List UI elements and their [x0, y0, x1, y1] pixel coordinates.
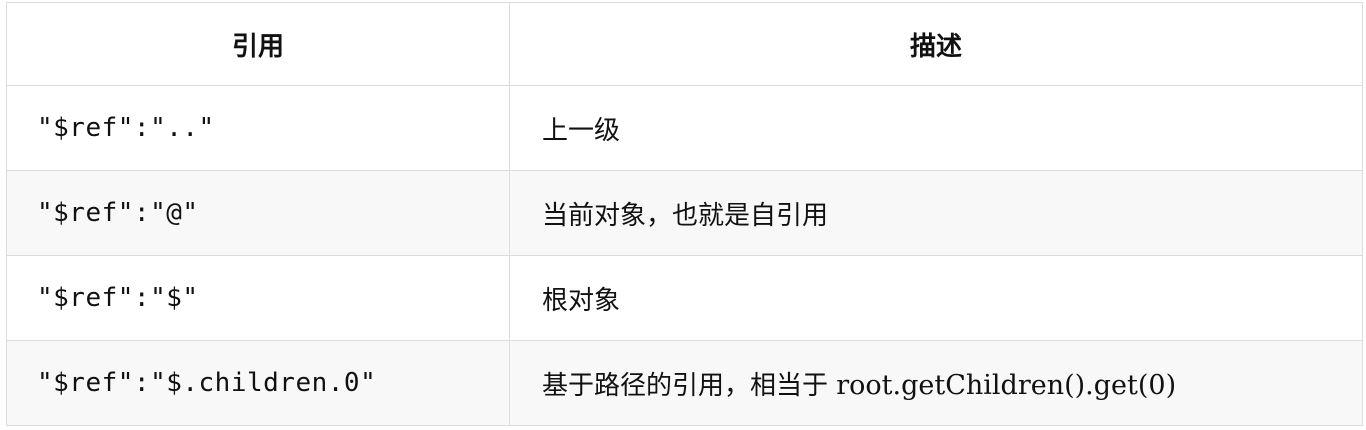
header-description: 描述 — [509, 2, 1363, 86]
ref-cell: "$ref":"$.children.0" — [6, 340, 510, 426]
reference-table-container: 引用 描述 "$ref":".." 上一级 "$ref":"@" 当前对象，也就… — [6, 2, 1363, 426]
ref-cell: "$ref":".." — [6, 85, 510, 171]
reference-table: 引用 描述 "$ref":".." 上一级 "$ref":"@" 当前对象，也就… — [6, 2, 1363, 426]
desc-text: 当前对象，也就是自引用 — [542, 200, 829, 231]
desc-cell: 上一级 — [509, 85, 1363, 171]
desc-cell: 当前对象，也就是自引用 — [509, 170, 1363, 256]
header-reference: 引用 — [6, 2, 510, 86]
table-header-row: 引用 描述 — [6, 2, 1363, 86]
desc-text: 根对象 — [542, 285, 621, 316]
ref-cell: "$ref":"$" — [6, 255, 510, 341]
desc-text: 基于路径的引用，相当于 — [542, 370, 837, 401]
desc-cell: 基于路径的引用，相当于 root.getChildren().get(0) — [509, 340, 1363, 426]
table-row: "$ref":"$" 根对象 — [6, 255, 1363, 341]
desc-code-text: root.getChildren().get(0) — [836, 369, 1177, 401]
table-row: "$ref":".." 上一级 — [6, 85, 1363, 171]
desc-cell: 根对象 — [509, 255, 1363, 341]
ref-cell: "$ref":"@" — [6, 170, 510, 256]
table-row: "$ref":"@" 当前对象，也就是自引用 — [6, 170, 1363, 256]
desc-text: 上一级 — [542, 115, 621, 146]
table-row: "$ref":"$.children.0" 基于路径的引用，相当于 root.g… — [6, 340, 1363, 426]
